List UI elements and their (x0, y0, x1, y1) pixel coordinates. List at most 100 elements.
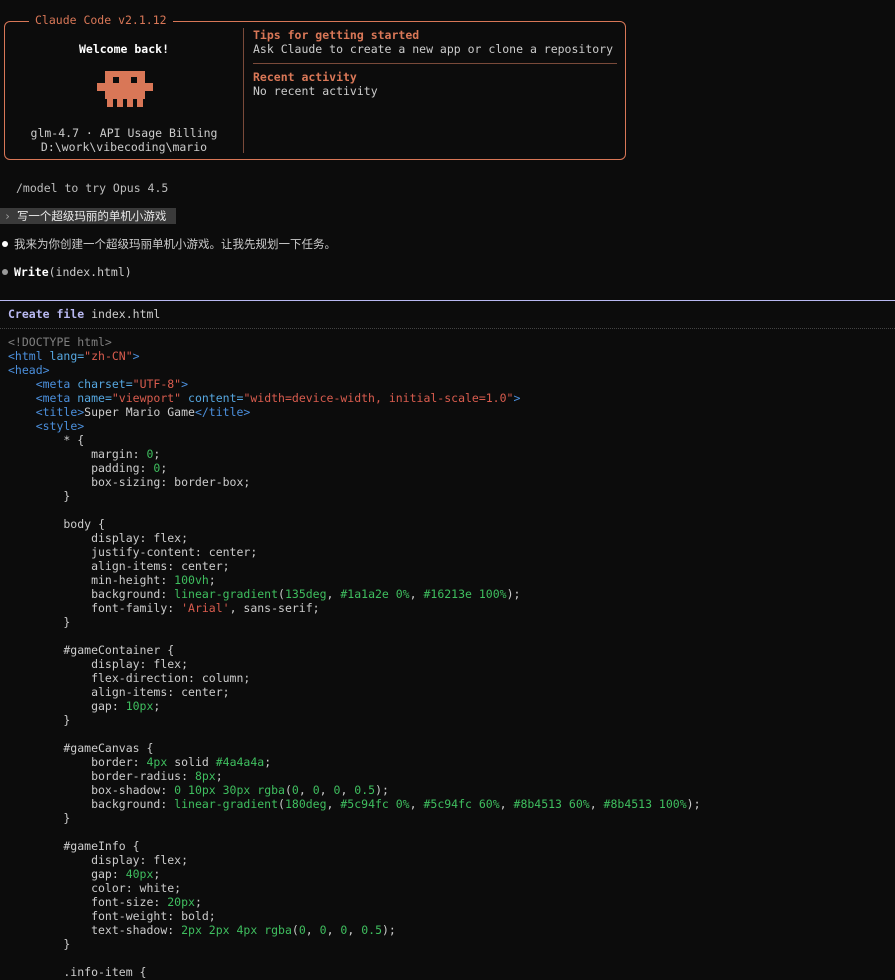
code-token: , (298, 783, 313, 797)
code-token: solid (167, 755, 216, 769)
code-line: #gameCanvas { (8, 741, 701, 755)
code-token: margin: (8, 447, 147, 461)
code-line: * { (8, 433, 701, 447)
code-token: #gameCanvas { (8, 741, 154, 755)
code-line: font-weight: bold; (8, 909, 701, 923)
code-token: display: flex; (8, 853, 189, 867)
code-token: box-shadow: (8, 783, 175, 797)
code-token: > (181, 377, 189, 391)
code-token: rgba (264, 923, 292, 937)
code-line: background: linear-gradient(135deg, #1a1… (8, 587, 701, 601)
code-token: 0 (312, 783, 320, 797)
code-token: 100vh (174, 573, 209, 587)
code-token: charset= (77, 377, 133, 391)
working-directory: D:\work\vibecoding\mario (40, 140, 208, 154)
create-file-keyword: Create file (8, 307, 85, 321)
create-file-name: index.html (91, 307, 161, 321)
code-token: } (8, 713, 71, 727)
code-line: background: linear-gradient(180deg, #5c9… (8, 797, 701, 811)
code-token: ); (686, 797, 701, 811)
tips-text: Ask Claude to create a new app or clone … (253, 42, 614, 56)
bullet-icon (2, 241, 8, 247)
code-token: > (132, 349, 140, 363)
tool-call[interactable]: Write(index.html) (2, 265, 132, 279)
code-token: color: white; (8, 881, 182, 895)
code-line: border: 4px solid #4a4a4a; (8, 755, 701, 769)
code-token: display: flex; (8, 657, 189, 671)
code-line: min-height: 100vh; (8, 573, 701, 587)
code-token: <!DOCTYPE html> (8, 335, 112, 349)
code-line: <head> (8, 363, 701, 377)
code-line: <!DOCTYPE html> (8, 335, 701, 349)
code-line: text-shadow: 2px 2px 4px rgba(0, 0, 0, 0… (8, 923, 701, 937)
code-line: border-radius: 8px; (8, 769, 701, 783)
code-token: <html (8, 349, 50, 363)
code-token: 135deg (284, 587, 327, 601)
code-line: } (8, 713, 701, 727)
code-line: .info-item { (8, 965, 701, 979)
code-token: #gameContainer { (8, 643, 175, 657)
code-token: ; (208, 573, 216, 587)
code-token: 40px (125, 867, 154, 881)
code-token: 10px (125, 699, 154, 713)
code-token: , (326, 587, 341, 601)
code-token: <meta (35, 391, 78, 405)
code-line: display: flex; (8, 853, 701, 867)
code-token: </title> (194, 405, 251, 419)
code-token: , (326, 797, 341, 811)
code-line: gap: 40px; (8, 867, 701, 881)
code-token: , (319, 783, 334, 797)
tool-name: Write (14, 265, 49, 279)
code-token: body { (8, 517, 105, 531)
code-token: .info-item { (8, 965, 147, 979)
code-token: ); (506, 587, 521, 601)
code-token: min-height: (8, 573, 175, 587)
code-token: rgba (257, 783, 285, 797)
code-line: <style> (8, 419, 701, 433)
code-token: , sans-serif; (229, 601, 320, 615)
code-line: color: white; (8, 881, 701, 895)
code-line: flex-direction: column; (8, 671, 701, 685)
code-line: body { (8, 517, 701, 531)
code-token: font-weight: bold; (8, 909, 216, 923)
code-token: ; (153, 447, 161, 461)
code-token: #5c94fc 0% (340, 797, 410, 811)
code-token: 0 (298, 923, 306, 937)
assistant-message: 我来为你创建一个超级玛丽单机小游戏。让我先规划一下任务。 (2, 237, 336, 251)
code-token: font-family: (8, 601, 182, 615)
tool-args: (index.html) (48, 265, 132, 279)
panel-title: Claude Code v2.1.12 (29, 13, 173, 27)
code-token: 'Arial' (181, 601, 230, 615)
code-token: , (305, 923, 320, 937)
code-token: flex-direction: column; (8, 671, 251, 685)
code-token: ); (375, 783, 389, 797)
code-token: font-size: (8, 895, 168, 909)
code-token: 0 (291, 783, 299, 797)
code-token: , (340, 783, 355, 797)
code-preview: <!DOCTYPE html> <html lang="zh-CN"> <head>… (8, 335, 701, 979)
code-line: } (8, 937, 701, 951)
code-token: linear-gradient (174, 587, 279, 601)
code-line: } (8, 615, 701, 629)
code-token: ; (160, 461, 168, 475)
code-token: 20px (167, 895, 195, 909)
code-token: > (513, 391, 521, 405)
code-token: 0.5 (361, 923, 382, 937)
code-token: #5c94fc 60% (423, 797, 500, 811)
code-token: "width=device-width, initial-scale=1.0" (243, 391, 514, 405)
code-token: #1a1a2e 0% (340, 587, 410, 601)
code-token: 2px 2px 4px (181, 923, 265, 937)
code-line: display: flex; (8, 531, 701, 545)
code-token: display: flex; (8, 531, 189, 545)
code-token: #8b4513 100% (603, 797, 687, 811)
user-message[interactable]: › 写一个超级玛丽的单机小游戏 (0, 208, 177, 224)
code-token: ; (215, 769, 223, 783)
code-line: margin: 0; (8, 447, 701, 461)
code-line: align-items: center; (8, 559, 701, 573)
code-token: 0 10px 30px (174, 783, 258, 797)
create-file-separator (0, 300, 895, 301)
